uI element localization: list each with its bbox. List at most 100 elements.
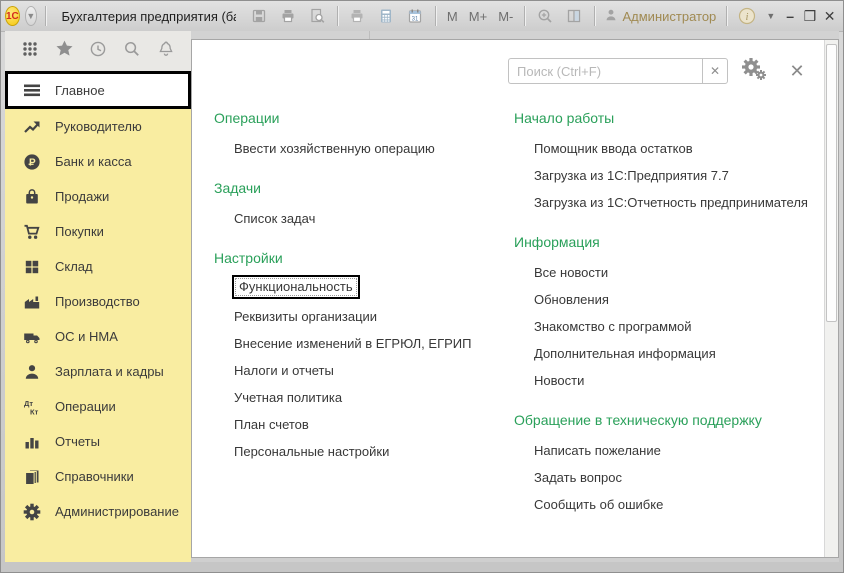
content-link[interactable]: Персональные настройки <box>234 438 389 465</box>
sidebar-item-label: Отчеты <box>55 434 100 449</box>
sidebar-item-label: Справочники <box>55 469 134 484</box>
search-menu-button[interactable] <box>121 40 143 62</box>
section-title: Операции <box>214 110 514 126</box>
main-area: ✕ ✕ Операции Ввести хозяйственную операци… <box>191 31 839 562</box>
maximize-button[interactable]: ❒ <box>803 5 818 27</box>
sidebar-item-rukovoditelyu[interactable]: Руководителю <box>5 109 191 144</box>
split-view-button[interactable] <box>562 5 586 27</box>
sidebar-item-pokupki[interactable]: Покупки <box>5 214 191 249</box>
calculator-button[interactable] <box>374 5 398 27</box>
sidebar-item-prodazhi[interactable]: Продажи <box>5 179 191 214</box>
search-clear-button[interactable]: ✕ <box>702 58 728 84</box>
content-link[interactable]: Дополнительная информация <box>534 340 716 367</box>
bar-chart-icon <box>22 433 42 451</box>
search-input[interactable] <box>508 58 702 84</box>
start-page-content: Операции Ввести хозяйственную операцию Зад… <box>192 84 838 536</box>
truck-icon <box>22 328 42 346</box>
printer-icon <box>349 8 365 24</box>
settings-button[interactable] <box>740 58 768 84</box>
calendar-button[interactable]: 31 <box>403 5 427 27</box>
content-link[interactable]: Загрузка из 1С:Отчетность предпринимател… <box>534 189 808 216</box>
notifications-button[interactable] <box>155 40 177 62</box>
sidebar-item-label: Покупки <box>55 224 104 239</box>
content-link[interactable]: Учетная политика <box>234 384 342 411</box>
chevron-down-icon: ▼ <box>766 11 775 21</box>
content-section: Операции Ввести хозяйственную операцию <box>214 110 514 162</box>
sidebar-item-zarplata-i-kadry[interactable]: Зарплата и кадры <box>5 354 191 389</box>
system-menu-dropdown-button[interactable]: ▼ <box>25 6 37 26</box>
sidebar-item-sklad[interactable]: Склад <box>5 249 191 284</box>
content-link[interactable]: План счетов <box>234 411 309 438</box>
content-link[interactable]: Ввести хозяйственную операцию <box>234 135 435 162</box>
svg-text:i: i <box>745 12 748 23</box>
window-tabs-strip <box>191 31 839 39</box>
info-dropdown-button[interactable]: ▼ <box>764 5 778 27</box>
shopping-bag-icon <box>22 188 42 206</box>
calendar-icon: 31 <box>407 8 423 24</box>
favorites-button[interactable] <box>53 40 75 62</box>
close-panel-button[interactable]: ✕ <box>780 58 814 84</box>
memory-subtract-button[interactable]: M- <box>495 5 516 27</box>
trend-up-icon <box>22 118 42 136</box>
sidebar-item-spravochniki[interactable]: Справочники <box>5 459 191 494</box>
content-link[interactable]: Внесение изменений в ЕГРЮЛ, ЕГРИП <box>234 330 471 357</box>
content-link[interactable]: Все новости <box>534 259 608 286</box>
sidebar-item-label: ОС и НМА <box>55 329 118 344</box>
info-button[interactable]: i <box>735 5 759 27</box>
content-link[interactable]: Сообщить об ошибке <box>534 491 663 518</box>
close-window-button[interactable]: ✕ <box>822 5 837 27</box>
memory-add-button[interactable]: M+ <box>466 5 490 27</box>
current-user-button[interactable]: Администратор <box>604 8 716 25</box>
page-magnifier-icon <box>309 8 325 24</box>
minimize-button[interactable]: – <box>783 5 798 27</box>
floppy-icon <box>251 8 267 24</box>
sidebar-item-os-i-nma[interactable]: ОС и НМА <box>5 319 191 354</box>
section-title: Настройки <box>214 250 514 266</box>
sidebar-item-proizvodstvo[interactable]: Производство <box>5 284 191 319</box>
memory-store-button[interactable]: M <box>444 5 461 27</box>
1c-logo-icon[interactable]: 1С <box>5 6 20 26</box>
zoom-button[interactable] <box>533 5 557 27</box>
content-link[interactable]: Реквизиты организации <box>234 303 377 330</box>
print-button[interactable] <box>276 5 300 27</box>
sidebar-item-label: Продажи <box>55 189 109 204</box>
print-preview-button[interactable] <box>305 5 329 27</box>
scrollbar-thumb[interactable] <box>826 44 837 322</box>
svg-text:Кт: Кт <box>30 407 39 416</box>
person-icon <box>22 363 42 381</box>
sidebar-item-operacii[interactable]: ДтКтОперации <box>5 389 191 424</box>
content-section: Начало работыПомощник ввода остатковЗагр… <box>514 110 808 216</box>
sidebar-item-administrirovanie[interactable]: Администрирование <box>5 494 191 529</box>
sidebar-item-glavnoe[interactable]: Главное <box>5 71 191 109</box>
quick-print-button[interactable] <box>345 5 369 27</box>
history-button[interactable] <box>87 40 109 62</box>
content-link[interactable]: Новости <box>534 367 584 394</box>
content-link[interactable]: Написать пожелание <box>534 437 661 464</box>
sidebar-item-label: Банк и касса <box>55 154 132 169</box>
separator <box>45 6 46 26</box>
content-link[interactable]: Знакомство с программой <box>534 313 692 340</box>
section-title: Начало работы <box>514 110 808 126</box>
vertical-scrollbar[interactable] <box>824 40 838 557</box>
content-link[interactable]: Налоги и отчеты <box>234 357 334 384</box>
separator <box>726 6 727 26</box>
content-link[interactable]: Список задач <box>234 205 315 232</box>
printer-icon <box>280 8 296 24</box>
content-link[interactable]: Загрузка из 1С:Предприятия 7.7 <box>534 162 729 189</box>
sidebar-item-otchety[interactable]: Отчеты <box>5 424 191 459</box>
gear-icon <box>22 503 42 521</box>
info-circle-icon: i <box>738 7 756 25</box>
save-button[interactable] <box>247 5 271 27</box>
section-sidebar: ГлавноеРуководителю P Банк и касса Продажи П… <box>5 31 191 562</box>
factory-icon <box>22 293 42 311</box>
calculator-icon <box>378 8 394 24</box>
title-bar: 1С ▼ Бухгалтерия предприятия (баз... (1С… <box>1 1 843 32</box>
sidebar-item-bank-i-kassa[interactable]: P Банк и касса <box>5 144 191 179</box>
ruble-circle-icon: P <box>22 153 42 171</box>
content-link[interactable]: Помощник ввода остатков <box>534 135 693 162</box>
content-link-focused[interactable]: Функциональность <box>232 275 360 299</box>
content-link[interactable]: Обновления <box>534 286 609 313</box>
content-link[interactable]: Задать вопрос <box>534 464 622 491</box>
tools-menu-button[interactable] <box>19 40 41 62</box>
sidebar-item-label: Администрирование <box>55 504 179 519</box>
